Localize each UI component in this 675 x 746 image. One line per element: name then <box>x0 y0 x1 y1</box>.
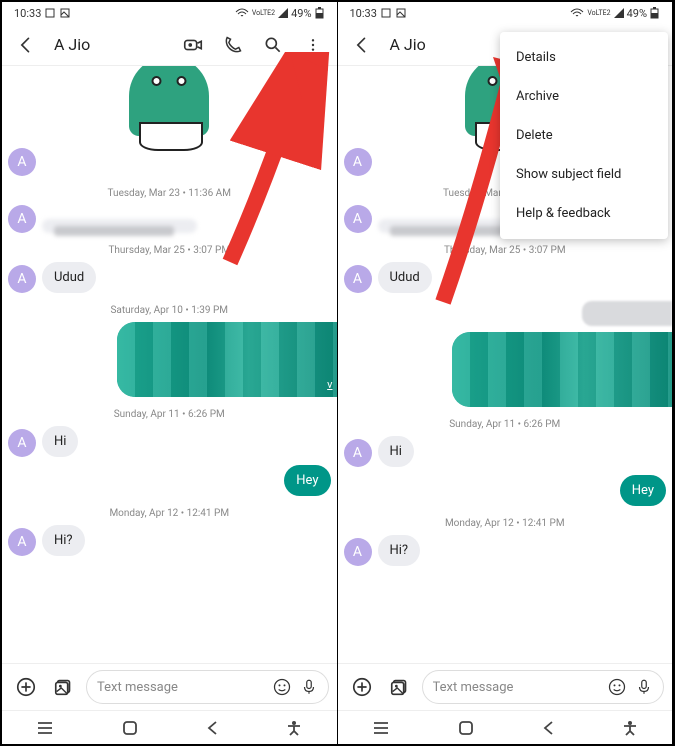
add-attachment-button[interactable] <box>346 671 378 703</box>
composer-bar <box>2 663 337 710</box>
avatar[interactable]: A <box>344 439 372 467</box>
app-bar: A Jio <box>2 24 337 66</box>
timestamp-4: Sunday, Apr 11 • 6:26 PM <box>344 419 667 430</box>
blurred-outgoing[interactable] <box>452 332 672 407</box>
emoji-icon[interactable] <box>607 677 627 697</box>
timestamp-4: Sunday, Apr 11 • 6:26 PM <box>8 409 331 420</box>
status-bar: 10:33 VoLTE2 49% <box>338 2 673 24</box>
search-button[interactable] <box>257 29 289 61</box>
blurred-outgoing-small[interactable] <box>582 301 672 326</box>
network-label: VoLTE2 <box>252 9 275 17</box>
avatar[interactable]: A <box>8 265 36 293</box>
battery-percent: 49% <box>627 7 647 20</box>
wifi-icon <box>570 8 584 18</box>
battery-icon <box>315 7 325 19</box>
gallery-button[interactable] <box>48 671 80 703</box>
status-bar: 10:33 VoLTE2 49% <box>2 2 337 24</box>
avatar[interactable]: A <box>8 148 36 176</box>
message-input-container <box>422 670 665 704</box>
timestamp-2: Thursday, Mar 25 • 3:07 PM <box>8 245 331 256</box>
nav-recents-icon[interactable] <box>36 721 54 735</box>
avatar[interactable]: A <box>344 265 372 293</box>
voice-input-icon[interactable] <box>300 678 318 696</box>
image-icon <box>396 8 407 19</box>
nav-bar <box>338 710 673 744</box>
nav-home-icon[interactable] <box>122 720 138 736</box>
message-udud[interactable]: Udud <box>378 262 432 293</box>
menu-details[interactable]: Details <box>500 38 668 77</box>
battery-icon <box>650 7 660 19</box>
back-button[interactable] <box>346 29 378 61</box>
image-icon <box>60 8 71 19</box>
nav-accessibility-icon[interactable] <box>286 720 302 736</box>
avatar[interactable]: A <box>344 148 372 176</box>
contact-name[interactable]: A Jio <box>54 35 169 54</box>
menu-archive[interactable]: Archive <box>500 77 668 116</box>
timestamp-5: Monday, Apr 12 • 12:41 PM <box>344 518 667 529</box>
nav-back-icon[interactable] <box>206 720 218 736</box>
nav-back-icon[interactable] <box>542 720 554 736</box>
emoji-icon[interactable] <box>272 677 292 697</box>
card-icon <box>45 8 56 19</box>
timestamp-5: Monday, Apr 12 • 12:41 PM <box>8 508 331 519</box>
status-time: 10:33 <box>350 7 377 20</box>
more-options-button[interactable] <box>297 29 329 61</box>
blurred-message[interactable] <box>42 219 197 233</box>
contact-avatar-large <box>8 66 331 136</box>
gallery-button[interactable] <box>384 671 416 703</box>
composer-bar <box>338 663 673 710</box>
nav-recents-icon[interactable] <box>372 721 390 735</box>
add-attachment-button[interactable] <box>10 671 42 703</box>
menu-show-subject[interactable]: Show subject field <box>500 155 668 194</box>
nav-home-icon[interactable] <box>458 720 474 736</box>
message-udud[interactable]: Udud <box>42 262 96 293</box>
voice-input-icon[interactable] <box>635 678 653 696</box>
blurred-outgoing[interactable]: v <box>117 322 337 397</box>
message-hey[interactable]: Hey <box>620 475 666 506</box>
timestamp-2: Thursday, Mar 25 • 3:07 PM <box>344 245 667 256</box>
phone-left: 10:33 VoLTE2 49% A Jio <box>2 2 338 744</box>
message-hey[interactable]: Hey <box>284 465 330 496</box>
message-hi2[interactable]: Hi? <box>378 535 421 566</box>
back-button[interactable] <box>10 29 42 61</box>
signal-icon <box>278 8 288 18</box>
message-input-container <box>86 670 329 704</box>
message-hi[interactable]: Hi <box>378 436 414 467</box>
options-menu: Details Archive Delete Show subject fiel… <box>500 32 668 239</box>
nav-accessibility-icon[interactable] <box>622 720 638 736</box>
nav-bar <box>2 710 337 744</box>
message-hi2[interactable]: Hi? <box>42 525 85 556</box>
message-hi[interactable]: Hi <box>42 426 78 457</box>
signal-icon <box>614 8 624 18</box>
timestamp-1: Tuesday, Mar 23 • 11:36 AM <box>8 188 331 199</box>
video-call-button[interactable] <box>177 29 209 61</box>
message-list[interactable]: A Tuesday, Mar 23 • 11:36 AM A Thursday,… <box>2 66 337 663</box>
menu-delete[interactable]: Delete <box>500 116 668 155</box>
avatar[interactable]: A <box>8 528 36 556</box>
card-icon <box>381 8 392 19</box>
avatar[interactable]: A <box>8 205 36 233</box>
network-label: VoLTE2 <box>587 9 610 17</box>
status-time: 10:33 <box>14 7 41 20</box>
message-input[interactable] <box>433 680 600 695</box>
avatar[interactable]: A <box>8 429 36 457</box>
battery-percent: 49% <box>291 7 311 20</box>
phone-call-button[interactable] <box>217 29 249 61</box>
message-input[interactable] <box>97 680 264 695</box>
menu-help-feedback[interactable]: Help & feedback <box>500 194 668 233</box>
wifi-icon <box>235 8 249 18</box>
timestamp-3: Saturday, Apr 10 • 1:39 PM <box>8 305 331 316</box>
avatar[interactable]: A <box>344 205 372 233</box>
avatar[interactable]: A <box>344 538 372 566</box>
phone-right: 10:33 VoLTE2 49% A Jio A Tuesday, Mar 23… <box>338 2 674 744</box>
